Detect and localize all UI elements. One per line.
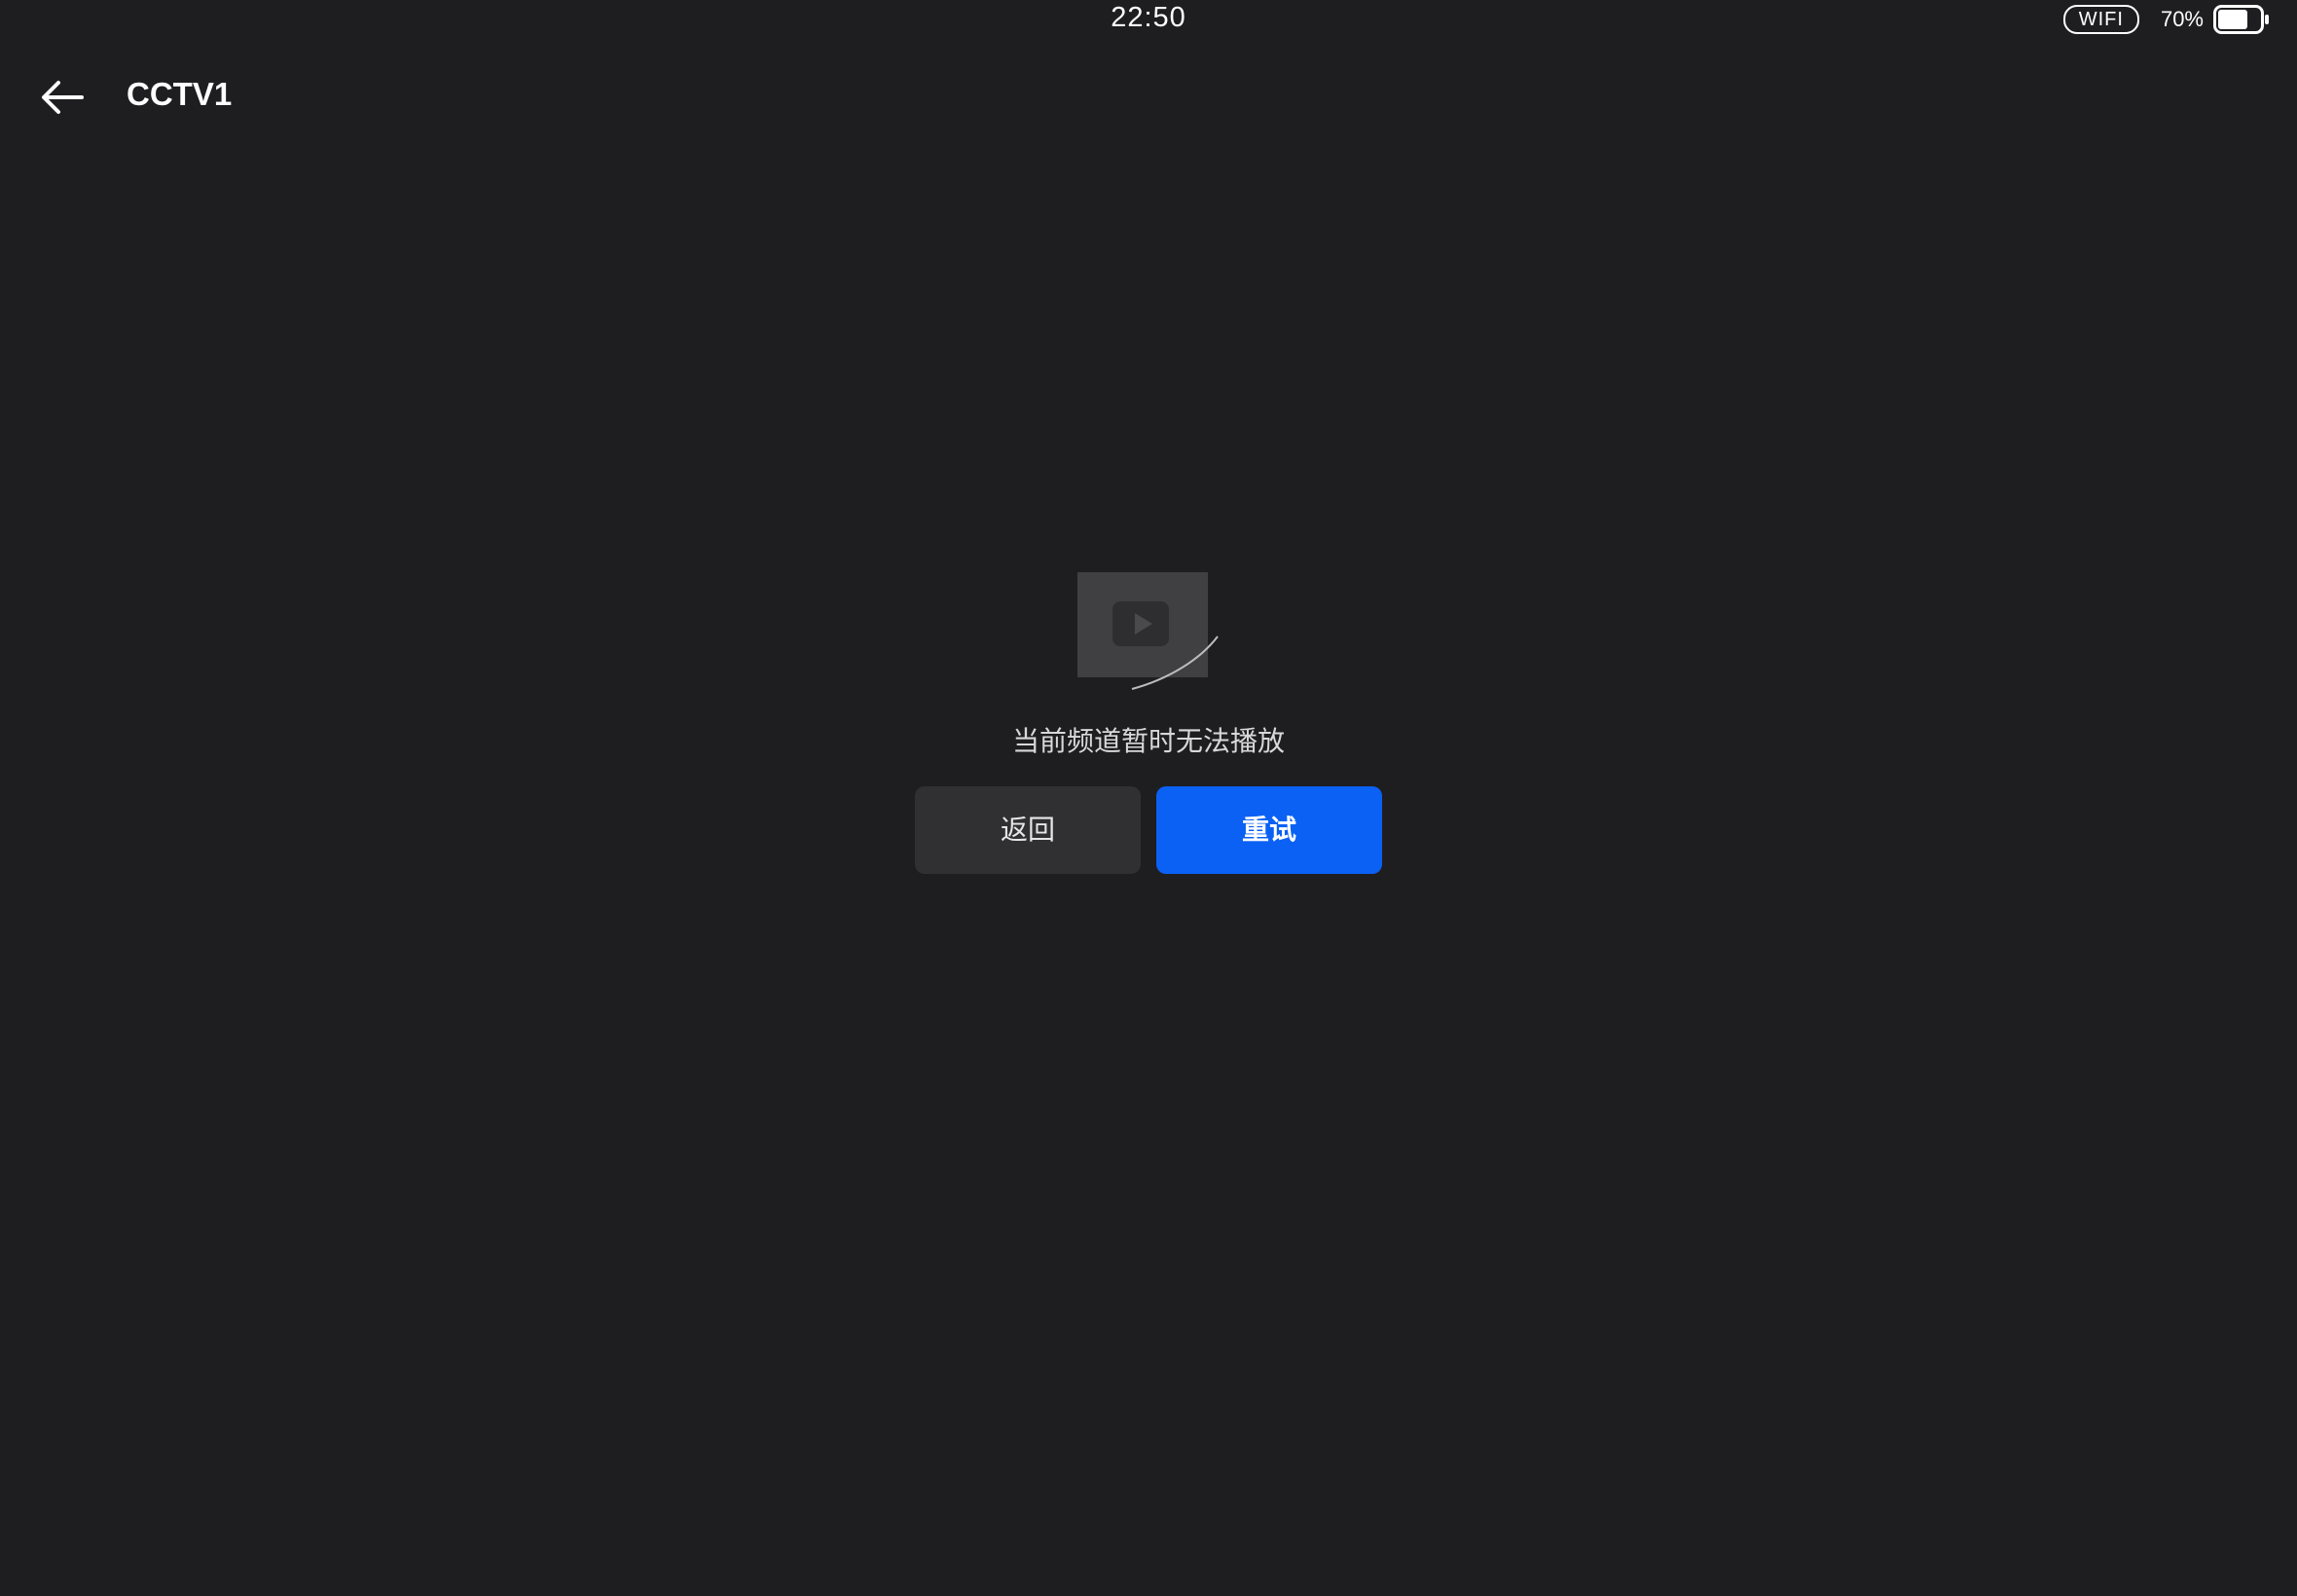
error-state: 当前频道暂时无法播放 返回 重试 <box>0 570 2297 874</box>
battery-indicator: 70% <box>2161 5 2270 34</box>
button-row: 返回 重试 <box>0 786 2297 874</box>
arrow-left-icon[interactable] <box>39 78 86 117</box>
retry-button[interactable]: 重试 <box>1156 786 1382 874</box>
wifi-indicator: WIFI <box>2062 5 2139 34</box>
status-bar: 22:50 WIFI 70% <box>0 0 2297 39</box>
error-message: 当前频道暂时无法播放 <box>1011 725 1285 757</box>
channel-title: CCTV1 <box>127 76 233 112</box>
status-time: 22:50 <box>1111 2 1186 33</box>
back-button[interactable]: 返回 <box>915 786 1141 874</box>
video-play-icon <box>1077 572 1219 690</box>
status-indicators: WIFI 70% <box>2062 4 2270 35</box>
battery-icon <box>2213 5 2269 34</box>
battery-percent: 70% <box>2160 7 2204 31</box>
header: CCTV1 <box>0 66 2297 128</box>
